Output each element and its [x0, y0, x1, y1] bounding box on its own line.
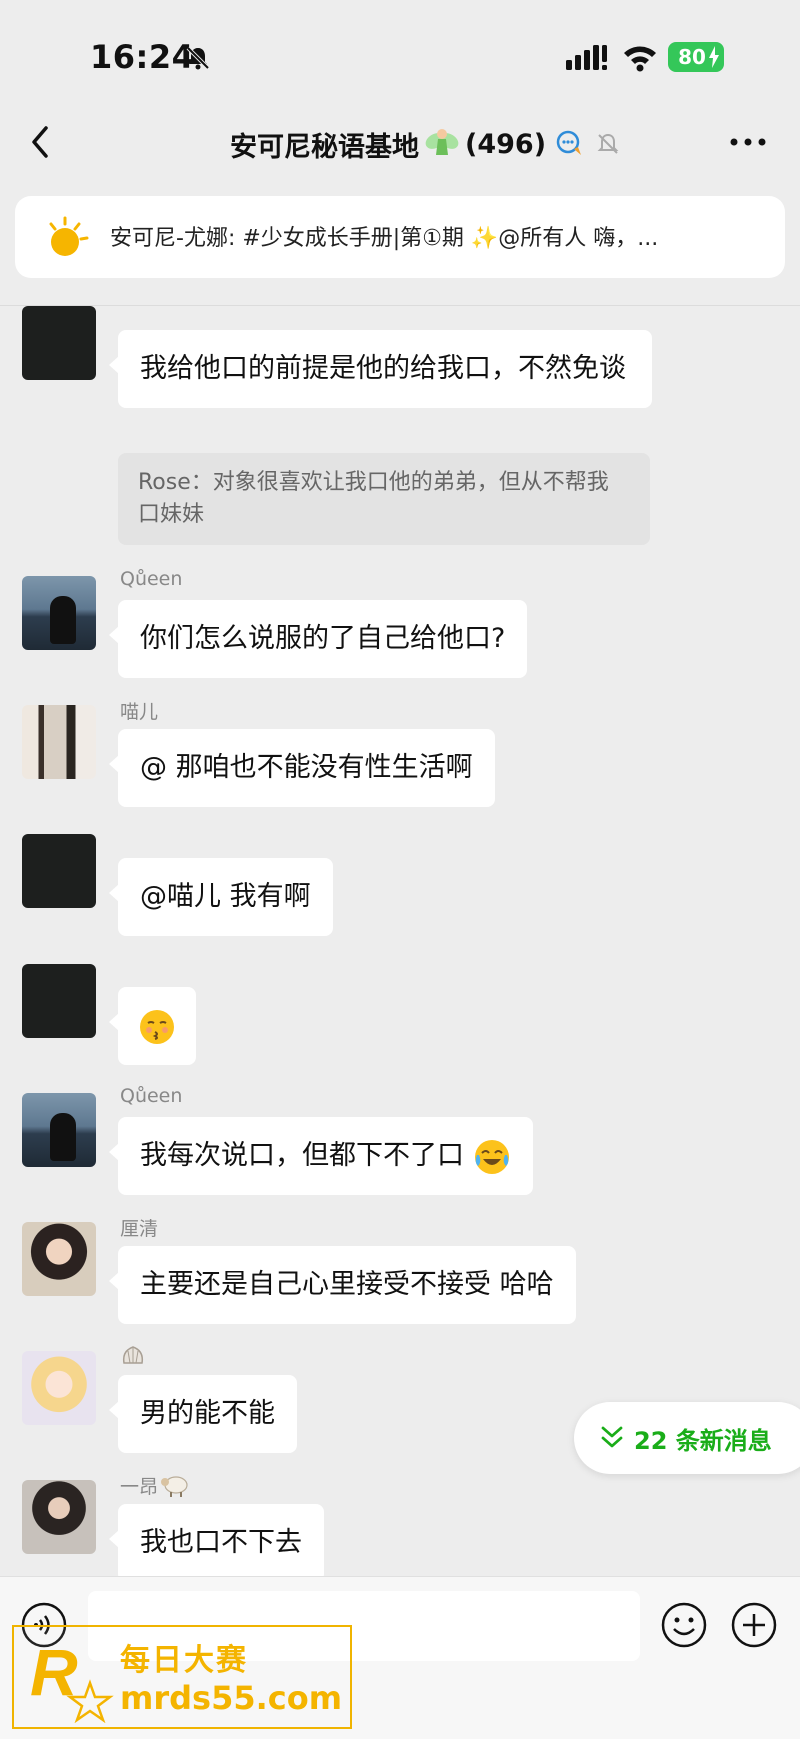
shell-emoji [122, 1346, 144, 1364]
new-messages-button[interactable]: 22 条新消息 [574, 1402, 800, 1474]
message-text: 我给他口的前提是他的给我口，不然免谈 [140, 353, 626, 384]
chat-header: 安可尼秘语基地 (496) [0, 100, 800, 186]
sheep-emoji [161, 1476, 188, 1497]
chat-title[interactable]: 安可尼秘语基地 (496) [230, 124, 622, 164]
mute-icon [597, 133, 619, 154]
message-bubble[interactable]: 主要还是自己心里接受不接受 哈哈 [109, 1246, 576, 1324]
sender-name: 一昂 [120, 1476, 159, 1498]
back-icon[interactable] [24, 122, 60, 162]
message-text: 你们怎么说服的了自己给他口? [140, 623, 506, 654]
kissing-face-emoji [140, 1009, 174, 1044]
member-count: (496) [465, 128, 547, 160]
wifi-icon [624, 46, 656, 72]
message-bubble[interactable]: 我每次说口，但都下不了口 [109, 1117, 533, 1195]
signal-icon [566, 45, 607, 70]
sun-icon [49, 216, 89, 256]
chevrons-down-icon [601, 1426, 623, 1448]
fairy-emoji [425, 129, 459, 155]
status-time: 16:24 [90, 38, 195, 76]
message-text: 主要还是自己心里接受不接受 哈哈 [140, 1269, 554, 1300]
message-bubble[interactable]: 我给他口的前提是他的给我口，不然免谈 [109, 330, 652, 408]
message-bubble[interactable]: @喵儿 我有啊 [109, 858, 333, 936]
avatar[interactable] [22, 576, 96, 650]
watermark-logo: R [30, 1635, 114, 1723]
message-text: @ 那咱也不能没有性生活啊 [140, 752, 473, 783]
sender-name: Qůeen [120, 1085, 183, 1107]
quoted-message[interactable]: Rose：对象很喜欢让我口他的弟弟，但从不帮我口妹妹 [118, 453, 650, 545]
announcement-text: 安可尼-尤娜: #少女成长手册|第①期 ✨@所有人 嗨，... [110, 226, 659, 251]
divider [0, 305, 800, 306]
battery-level: 80 [678, 45, 706, 69]
message-text: 男的能不能 [140, 1398, 275, 1429]
message-text: @喵儿 我有啊 [140, 881, 311, 912]
sender-name: 厘清 [120, 1218, 159, 1240]
watermark-url: mrds55.com [120, 1679, 343, 1717]
message-bubble[interactable]: @ 那咱也不能没有性生活啊 [109, 729, 495, 807]
watermark: R 每日大赛 mrds55.com [12, 1625, 352, 1729]
avatar[interactable] [22, 1222, 96, 1296]
status-bar: 16:24 80 [0, 0, 800, 110]
avatar[interactable] [22, 834, 96, 908]
message-text: 我也口不下去 [140, 1527, 302, 1558]
crying-laughing-emoji [474, 1139, 509, 1174]
smile-icon[interactable] [660, 1601, 708, 1649]
avatar[interactable] [22, 1480, 96, 1554]
mute-bell-icon [186, 46, 210, 70]
message-bubble[interactable]: 我也口不下去 [109, 1504, 324, 1582]
avatar[interactable] [22, 1093, 96, 1167]
charging-bolt-icon [709, 46, 719, 68]
new-messages-label: 22 条新消息 [634, 1426, 772, 1455]
avatar[interactable] [22, 705, 96, 779]
plus-icon[interactable] [730, 1601, 778, 1649]
watermark-title: 每日大赛 [120, 1643, 248, 1678]
message-bubble[interactable]: 你们怎么说服的了自己给他口? [108, 600, 528, 678]
chat-bubble-icon [556, 130, 582, 155]
message-text: 我每次说口，但都下不了口 [140, 1140, 464, 1171]
group-name: 安可尼秘语基地 [230, 131, 419, 163]
avatar[interactable] [22, 306, 96, 380]
battery-indicator: 80 [668, 42, 724, 72]
group-announcement[interactable]: 安可尼-尤娜: #少女成长手册|第①期 ✨@所有人 嗨，... [15, 196, 785, 278]
avatar[interactable] [22, 1351, 96, 1425]
avatar[interactable] [22, 964, 96, 1038]
sender-name: Qůeen [120, 568, 183, 590]
more-icon[interactable] [726, 124, 770, 160]
message-bubble[interactable]: 男的能不能 [109, 1375, 297, 1453]
sender-name: 喵儿 [120, 701, 159, 723]
message-bubble[interactable] [109, 987, 196, 1065]
quote-text: Rose：对象很喜欢让我口他的弟弟，但从不帮我口妹妹 [138, 470, 609, 527]
